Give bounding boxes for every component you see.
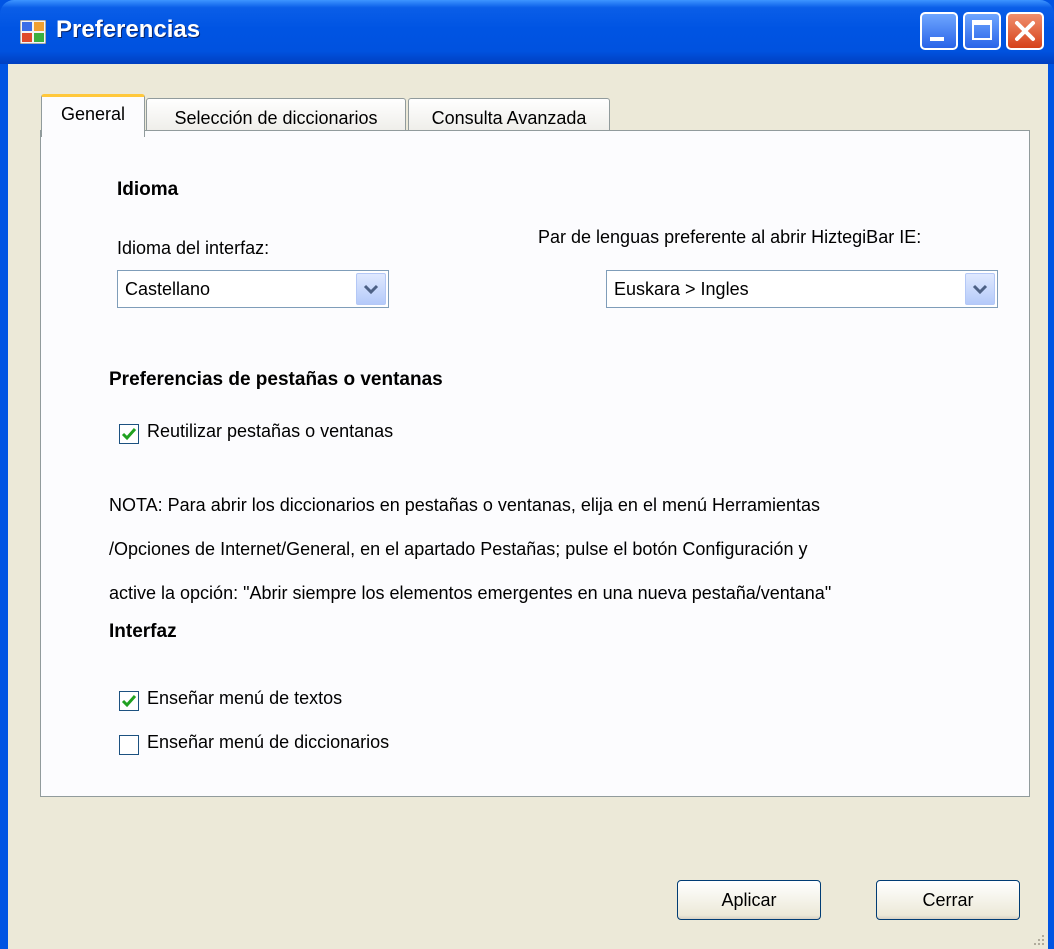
dialog-body: General Selección de diccionarios Consul… (8, 64, 1048, 949)
chevron-down-icon (363, 284, 379, 295)
close-button[interactable] (1006, 12, 1044, 50)
section-interface: Interfaz (109, 621, 177, 642)
app-icon (20, 20, 46, 44)
dropdown-button[interactable] (965, 273, 995, 305)
show-texts-menu-label: Enseñar menú de textos (147, 688, 343, 708)
note-line-3: active la opción: "Abrir siempre los ele… (109, 583, 832, 603)
checkmark-icon (121, 428, 137, 441)
section-tab-preferences: Preferencias de pestañas o ventanas (109, 369, 443, 390)
reuse-tabs-checkbox[interactable] (119, 424, 139, 444)
show-texts-menu-checkbox[interactable] (119, 691, 139, 711)
close-icon (1015, 21, 1035, 41)
show-dictionaries-menu-checkbox[interactable] (119, 735, 139, 755)
note-line-2: /Opciones de Internet/General, en el apa… (109, 539, 808, 559)
dropdown-button[interactable] (356, 273, 386, 305)
tab-general[interactable]: General (41, 94, 145, 137)
reuse-tabs-label: Reutilizar pestañas o ventanas (147, 421, 394, 441)
chevron-down-icon (972, 284, 988, 295)
maximize-icon (972, 20, 992, 40)
minimize-button[interactable] (920, 12, 958, 50)
section-language: Idioma (117, 179, 179, 200)
close-dialog-button[interactable]: Cerrar (876, 880, 1020, 920)
language-pair-select[interactable]: Euskara > Ingles (606, 270, 998, 308)
language-pair-value: Euskara > Ingles (614, 279, 749, 299)
preferences-window: Preferencias General Selección de diccio… (0, 0, 1054, 949)
interface-language-label: Idioma del interfaz: (117, 238, 270, 258)
language-pair-label: Par de lenguas preferente al abrir Hizte… (538, 227, 922, 247)
minimize-icon (930, 37, 944, 41)
show-dictionaries-menu-label: Enseñar menú de diccionarios (147, 732, 390, 752)
window-title: Preferencias (56, 16, 201, 43)
resize-grip-icon[interactable] (1028, 929, 1046, 947)
note-line-1: NOTA: Para abrir los diccionarios en pes… (109, 495, 821, 515)
title-bar[interactable]: Preferencias (0, 0, 1054, 64)
apply-button[interactable]: Aplicar (677, 880, 821, 920)
tab-panel-general: Idioma Idioma del interfaz: Castellano P… (40, 130, 1030, 797)
interface-language-value: Castellano (125, 279, 211, 299)
checkmark-icon (121, 695, 137, 708)
maximize-button[interactable] (963, 12, 1001, 50)
interface-language-select[interactable]: Castellano (117, 270, 389, 308)
